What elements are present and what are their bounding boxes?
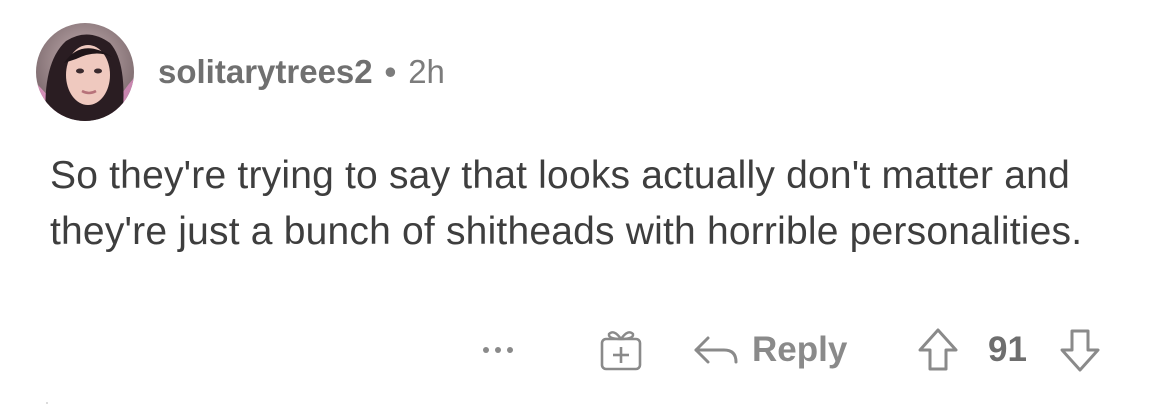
username[interactable]: solitarytrees2 xyxy=(158,53,373,91)
user-avatar-icon xyxy=(36,23,134,121)
reply-label: Reply xyxy=(752,330,848,369)
downvote-button[interactable] xyxy=(1056,320,1104,380)
gift-award-icon xyxy=(600,331,642,371)
upvote-button[interactable] xyxy=(914,320,962,380)
vote-score: 91 xyxy=(988,330,1027,369)
comment-actions: Reply 91 xyxy=(0,320,1170,380)
comment-body: So they're trying to say that looks actu… xyxy=(50,154,1083,253)
meta-separator: • xyxy=(384,53,397,90)
reply-button[interactable]: Reply xyxy=(692,320,847,380)
upvote-arrow-icon xyxy=(918,328,958,371)
comment: solitarytrees2 • 2h So they're trying to… xyxy=(0,0,1170,406)
avatar[interactable] xyxy=(36,23,134,121)
downvote-arrow-icon xyxy=(1060,329,1100,372)
reply-arrow-icon xyxy=(694,336,738,364)
divider-speck xyxy=(46,402,48,404)
timestamp: 2h xyxy=(408,53,445,90)
more-options-button[interactable] xyxy=(474,320,522,380)
comment-meta: solitarytrees2 • 2h xyxy=(158,50,445,94)
award-button[interactable] xyxy=(596,320,646,380)
more-options-icon xyxy=(483,347,513,353)
